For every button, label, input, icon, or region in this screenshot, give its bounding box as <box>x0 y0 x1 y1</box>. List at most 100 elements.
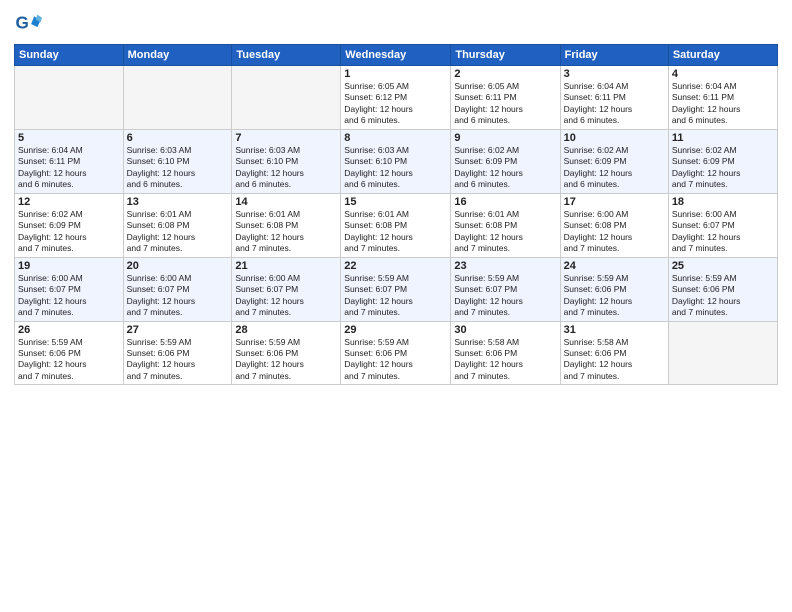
day-info: Sunrise: 5:59 AM Sunset: 6:06 PM Dayligh… <box>18 337 120 383</box>
day-number: 8 <box>344 132 447 144</box>
day-info: Sunrise: 6:04 AM Sunset: 6:11 PM Dayligh… <box>564 81 665 127</box>
day-info: Sunrise: 5:59 AM Sunset: 6:07 PM Dayligh… <box>344 273 447 319</box>
calendar-week-row: 26Sunrise: 5:59 AM Sunset: 6:06 PM Dayli… <box>15 321 778 385</box>
calendar-cell: 1Sunrise: 6:05 AM Sunset: 6:12 PM Daylig… <box>341 66 451 130</box>
day-info: Sunrise: 5:58 AM Sunset: 6:06 PM Dayligh… <box>564 337 665 383</box>
day-info: Sunrise: 6:00 AM Sunset: 6:07 PM Dayligh… <box>235 273 337 319</box>
day-info: Sunrise: 6:05 AM Sunset: 6:11 PM Dayligh… <box>454 81 556 127</box>
calendar-cell: 30Sunrise: 5:58 AM Sunset: 6:06 PM Dayli… <box>451 321 560 385</box>
day-number: 29 <box>344 324 447 336</box>
weekday-header-monday: Monday <box>123 45 232 66</box>
day-info: Sunrise: 6:02 AM Sunset: 6:09 PM Dayligh… <box>18 209 120 255</box>
calendar-cell: 21Sunrise: 6:00 AM Sunset: 6:07 PM Dayli… <box>232 257 341 321</box>
day-info: Sunrise: 6:03 AM Sunset: 6:10 PM Dayligh… <box>127 145 229 191</box>
weekday-header-tuesday: Tuesday <box>232 45 341 66</box>
day-info: Sunrise: 6:00 AM Sunset: 6:07 PM Dayligh… <box>672 209 774 255</box>
day-info: Sunrise: 6:03 AM Sunset: 6:10 PM Dayligh… <box>344 145 447 191</box>
calendar-cell: 23Sunrise: 5:59 AM Sunset: 6:07 PM Dayli… <box>451 257 560 321</box>
day-number: 5 <box>18 132 120 144</box>
day-number: 17 <box>564 196 665 208</box>
day-number: 25 <box>672 260 774 272</box>
calendar-cell: 20Sunrise: 6:00 AM Sunset: 6:07 PM Dayli… <box>123 257 232 321</box>
calendar-cell: 7Sunrise: 6:03 AM Sunset: 6:10 PM Daylig… <box>232 129 341 193</box>
calendar-cell: 17Sunrise: 6:00 AM Sunset: 6:08 PM Dayli… <box>560 193 668 257</box>
weekday-header-friday: Friday <box>560 45 668 66</box>
weekday-header-thursday: Thursday <box>451 45 560 66</box>
calendar-cell: 10Sunrise: 6:02 AM Sunset: 6:09 PM Dayli… <box>560 129 668 193</box>
calendar-cell: 13Sunrise: 6:01 AM Sunset: 6:08 PM Dayli… <box>123 193 232 257</box>
calendar-week-row: 19Sunrise: 6:00 AM Sunset: 6:07 PM Dayli… <box>15 257 778 321</box>
day-info: Sunrise: 6:05 AM Sunset: 6:12 PM Dayligh… <box>344 81 447 127</box>
calendar-cell: 11Sunrise: 6:02 AM Sunset: 6:09 PM Dayli… <box>668 129 777 193</box>
day-number: 7 <box>235 132 337 144</box>
day-number: 9 <box>454 132 556 144</box>
calendar-week-row: 12Sunrise: 6:02 AM Sunset: 6:09 PM Dayli… <box>15 193 778 257</box>
calendar-cell: 27Sunrise: 5:59 AM Sunset: 6:06 PM Dayli… <box>123 321 232 385</box>
day-number: 23 <box>454 260 556 272</box>
day-number: 28 <box>235 324 337 336</box>
day-info: Sunrise: 5:59 AM Sunset: 6:06 PM Dayligh… <box>672 273 774 319</box>
day-number: 20 <box>127 260 229 272</box>
calendar-week-row: 5Sunrise: 6:04 AM Sunset: 6:11 PM Daylig… <box>15 129 778 193</box>
calendar-cell <box>123 66 232 130</box>
header: G <box>14 10 778 38</box>
day-info: Sunrise: 6:04 AM Sunset: 6:11 PM Dayligh… <box>18 145 120 191</box>
day-info: Sunrise: 5:58 AM Sunset: 6:06 PM Dayligh… <box>454 337 556 383</box>
day-number: 30 <box>454 324 556 336</box>
day-number: 1 <box>344 68 447 80</box>
weekday-header-wednesday: Wednesday <box>341 45 451 66</box>
calendar-week-row: 1Sunrise: 6:05 AM Sunset: 6:12 PM Daylig… <box>15 66 778 130</box>
day-number: 18 <box>672 196 774 208</box>
calendar-table: SundayMondayTuesdayWednesdayThursdayFrid… <box>14 44 778 385</box>
weekday-header-saturday: Saturday <box>668 45 777 66</box>
day-info: Sunrise: 6:00 AM Sunset: 6:07 PM Dayligh… <box>127 273 229 319</box>
calendar-cell: 4Sunrise: 6:04 AM Sunset: 6:11 PM Daylig… <box>668 66 777 130</box>
calendar-cell: 2Sunrise: 6:05 AM Sunset: 6:11 PM Daylig… <box>451 66 560 130</box>
day-number: 26 <box>18 324 120 336</box>
day-info: Sunrise: 5:59 AM Sunset: 6:06 PM Dayligh… <box>564 273 665 319</box>
day-number: 11 <box>672 132 774 144</box>
day-info: Sunrise: 6:01 AM Sunset: 6:08 PM Dayligh… <box>454 209 556 255</box>
day-info: Sunrise: 6:02 AM Sunset: 6:09 PM Dayligh… <box>672 145 774 191</box>
day-info: Sunrise: 5:59 AM Sunset: 6:06 PM Dayligh… <box>344 337 447 383</box>
day-info: Sunrise: 5:59 AM Sunset: 6:07 PM Dayligh… <box>454 273 556 319</box>
calendar-cell: 18Sunrise: 6:00 AM Sunset: 6:07 PM Dayli… <box>668 193 777 257</box>
calendar-cell: 14Sunrise: 6:01 AM Sunset: 6:08 PM Dayli… <box>232 193 341 257</box>
day-number: 12 <box>18 196 120 208</box>
day-number: 13 <box>127 196 229 208</box>
day-number: 22 <box>344 260 447 272</box>
day-info: Sunrise: 6:01 AM Sunset: 6:08 PM Dayligh… <box>235 209 337 255</box>
day-info: Sunrise: 6:00 AM Sunset: 6:07 PM Dayligh… <box>18 273 120 319</box>
calendar-cell: 31Sunrise: 5:58 AM Sunset: 6:06 PM Dayli… <box>560 321 668 385</box>
day-info: Sunrise: 6:02 AM Sunset: 6:09 PM Dayligh… <box>454 145 556 191</box>
day-number: 6 <box>127 132 229 144</box>
svg-text:G: G <box>16 14 29 33</box>
calendar-cell: 3Sunrise: 6:04 AM Sunset: 6:11 PM Daylig… <box>560 66 668 130</box>
calendar-cell: 25Sunrise: 5:59 AM Sunset: 6:06 PM Dayli… <box>668 257 777 321</box>
day-number: 31 <box>564 324 665 336</box>
logo-icon: G <box>14 10 42 38</box>
day-number: 4 <box>672 68 774 80</box>
calendar-cell: 22Sunrise: 5:59 AM Sunset: 6:07 PM Dayli… <box>341 257 451 321</box>
calendar-header-row: SundayMondayTuesdayWednesdayThursdayFrid… <box>15 45 778 66</box>
day-number: 16 <box>454 196 556 208</box>
calendar-cell: 28Sunrise: 5:59 AM Sunset: 6:06 PM Dayli… <box>232 321 341 385</box>
day-info: Sunrise: 6:03 AM Sunset: 6:10 PM Dayligh… <box>235 145 337 191</box>
day-info: Sunrise: 6:00 AM Sunset: 6:08 PM Dayligh… <box>564 209 665 255</box>
day-info: Sunrise: 6:01 AM Sunset: 6:08 PM Dayligh… <box>344 209 447 255</box>
calendar-cell <box>15 66 124 130</box>
day-number: 19 <box>18 260 120 272</box>
day-number: 10 <box>564 132 665 144</box>
day-info: Sunrise: 5:59 AM Sunset: 6:06 PM Dayligh… <box>235 337 337 383</box>
day-info: Sunrise: 6:04 AM Sunset: 6:11 PM Dayligh… <box>672 81 774 127</box>
day-number: 15 <box>344 196 447 208</box>
day-number: 14 <box>235 196 337 208</box>
calendar-cell: 5Sunrise: 6:04 AM Sunset: 6:11 PM Daylig… <box>15 129 124 193</box>
calendar-cell: 24Sunrise: 5:59 AM Sunset: 6:06 PM Dayli… <box>560 257 668 321</box>
calendar-cell: 9Sunrise: 6:02 AM Sunset: 6:09 PM Daylig… <box>451 129 560 193</box>
calendar-cell: 26Sunrise: 5:59 AM Sunset: 6:06 PM Dayli… <box>15 321 124 385</box>
day-number: 3 <box>564 68 665 80</box>
day-info: Sunrise: 5:59 AM Sunset: 6:06 PM Dayligh… <box>127 337 229 383</box>
calendar-cell: 6Sunrise: 6:03 AM Sunset: 6:10 PM Daylig… <box>123 129 232 193</box>
day-number: 21 <box>235 260 337 272</box>
